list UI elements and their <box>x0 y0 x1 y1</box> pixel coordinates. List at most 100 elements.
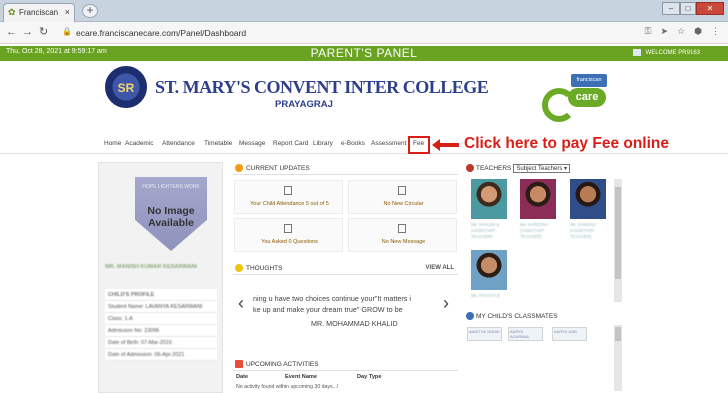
reload-icon[interactable]: ↻ <box>39 25 48 40</box>
nav-academic[interactable]: Academic <box>125 140 154 147</box>
circular-icon <box>398 186 406 195</box>
questions-icon <box>284 224 292 233</box>
forward-icon[interactable]: → <box>22 25 33 40</box>
welcome-user[interactable]: WELCOME PR9163 <box>633 49 700 56</box>
franciscan-care-logo: franciscan care <box>538 74 608 124</box>
thought-line: ning u have two choices continue your"It… <box>253 294 411 303</box>
nav-library[interactable]: Library <box>313 140 333 147</box>
teacher-photo <box>471 250 507 290</box>
care-word: care <box>568 88 606 107</box>
school-city: PRAYAGRAJ <box>275 99 333 110</box>
upcoming-header: UPCOMING ACTIVITIES <box>233 358 458 371</box>
menu-kebab-icon[interactable]: ⋮ <box>711 26 720 37</box>
classmate-card[interactable]: AARYA AGARWAL <box>508 327 543 341</box>
thought-author: MR. MOHAMMAD KHALID <box>311 319 398 328</box>
empty-activity-row: No activity found within upcoming 30 day… <box>236 384 339 390</box>
site-header: SR ST. MARY'S CONVENT INTER COLLEGE PRAY… <box>0 61 728 136</box>
url-field[interactable]: ecare.franciscanecare.com/Panel/Dashboar… <box>76 26 246 40</box>
school-name: ST. MARY'S CONVENT INTER COLLEGE <box>155 77 489 97</box>
bulb-icon <box>235 264 243 273</box>
profile-field: Admission No: 23096 <box>105 325 217 337</box>
attendance-tile[interactable]: Your Child Attendance 5 out of 5 <box>234 180 343 214</box>
thoughts-header: THOUGHTS <box>233 262 458 275</box>
left-arrow-icon <box>432 139 459 151</box>
bookmark-star-icon[interactable]: ☆ <box>677 26 685 37</box>
nav-report-card[interactable]: Report Card <box>273 140 308 147</box>
teacher-photo <box>471 179 507 219</box>
classmates-icon <box>466 312 474 321</box>
current-updates-panel: CURRENT UPDATES Your Child Attendance 5 … <box>233 162 458 257</box>
maximize-button[interactable]: □ <box>680 2 696 15</box>
nav-message[interactable]: Message <box>239 140 265 147</box>
nav-timetable[interactable]: Timetable <box>204 140 232 147</box>
teacher-photo <box>570 179 606 219</box>
classmate-card[interactable]: AADITYA YADAV <box>467 327 502 341</box>
extension-icon[interactable]: ⬢ <box>694 26 702 37</box>
panel-title: PARENT'S PANEL <box>310 46 418 60</box>
upcoming-activities-panel: UPCOMING ACTIVITIES Date Event Name Day … <box>233 358 458 393</box>
prev-thought-icon[interactable]: ‹ <box>238 294 244 312</box>
scrollbar-thumb[interactable] <box>615 327 621 341</box>
child-profile-card: HOPE LIGHTENS WORK No Image Available MR… <box>98 162 223 393</box>
view-all-link[interactable]: VIEW ALL <box>426 262 454 275</box>
questions-tile[interactable]: You Asked 0 Questions <box>234 218 343 252</box>
classmates-header: MY CHILD'S CLASSMATES <box>464 310 627 323</box>
next-thought-icon[interactable]: › <box>443 294 449 312</box>
teachers-scrollbar[interactable] <box>614 179 622 302</box>
profile-section-title: CHILD'S PROFILE <box>105 289 217 301</box>
classmate-card[interactable]: AARYA JAIN <box>552 327 587 341</box>
no-image-text: No Image Available <box>147 205 195 229</box>
nav-attendance[interactable]: Attendance <box>162 140 195 147</box>
message-icon <box>398 224 406 233</box>
nav-ebooks[interactable]: e-Books <box>341 140 365 147</box>
attendance-icon <box>284 186 292 195</box>
classmates-panel: MY CHILD'S CLASSMATES AADITYA YADAV AARY… <box>464 310 627 393</box>
profile-field: Student Name: LAVANYA KESARWANI <box>105 301 217 313</box>
new-tab-button[interactable]: + <box>82 4 98 18</box>
address-bar-actions: ⚿ ➤ ☆ ⬢ ⋮ <box>645 26 720 37</box>
browser-tab-strip: ✿ Franciscan × + – □ ✕ <box>0 0 728 22</box>
teacher-card[interactable]: Ms. PRAGYA B <box>471 250 509 298</box>
browser-tab[interactable]: ✿ Franciscan × <box>3 3 75 22</box>
minimize-button[interactable]: – <box>662 2 680 15</box>
share-icon[interactable]: ➤ <box>661 26 669 37</box>
circular-tile[interactable]: No New Circular <box>348 180 457 214</box>
teacher-card[interactable]: Ms. SANDHU (ASSISTANT TEACHER) <box>570 179 608 239</box>
thought-line: ke up and make your dream true" GROW to … <box>253 305 403 314</box>
window-close-button[interactable]: ✕ <box>696 2 724 15</box>
nav-assessment[interactable]: Assessment <box>371 140 406 147</box>
teachers-panel: TEACHERS Subject Teachers ▾ Ms. SHALINI &… <box>464 162 627 307</box>
tab-title: Franciscan <box>19 8 59 17</box>
site-favicon-icon: ✿ <box>8 7 16 17</box>
parent-name: MR. MANISH KUMAR KESARWANI <box>105 264 197 270</box>
lock-icon[interactable]: 🔒 <box>62 27 72 36</box>
tab-close-icon[interactable]: × <box>65 4 70 21</box>
top-status-bar: Thu, Oct 28, 2021 at 9:59:17 am PARENT'S… <box>0 46 728 61</box>
fee-callout-text: Click here to pay Fee online <box>464 135 670 152</box>
col-day-type: Day Type <box>357 374 382 380</box>
scrollbar-thumb[interactable] <box>615 187 621 279</box>
message-tile[interactable]: No New Message <box>348 218 457 252</box>
nav-home[interactable]: Home <box>104 140 121 147</box>
teacher-card[interactable]: Ms. SHALINI & (ASSISTANT TEACHER) <box>471 179 509 239</box>
teacher-icon <box>466 164 474 173</box>
col-event-name: Event Name <box>285 374 318 380</box>
updates-icon <box>235 164 243 173</box>
teachers-header: TEACHERS Subject Teachers ▾ <box>464 162 627 175</box>
back-icon[interactable]: ← <box>6 25 17 40</box>
col-date: Date <box>236 374 249 380</box>
thoughts-panel: THOUGHTS VIEW ALL ‹ › ning u have two ch… <box>233 262 458 354</box>
current-updates-header: CURRENT UPDATES <box>233 162 458 175</box>
profile-field: Date of Admission: 06-Apr-2021 <box>105 349 217 361</box>
profile-field: Date of Birth: 07-Mar-2015 <box>105 337 217 349</box>
classmates-scrollbar[interactable] <box>614 325 622 391</box>
key-icon[interactable]: ⚿ <box>645 26 652 37</box>
calendar-icon <box>235 360 243 369</box>
care-badge: franciscan <box>571 74 607 87</box>
school-crest-icon: SR <box>105 66 147 108</box>
fee-highlight-box <box>408 136 430 154</box>
window-controls: – □ ✕ <box>662 2 724 16</box>
address-bar: ← → ↻ 🔒 ecare.franciscanecare.com/Panel/… <box>0 22 728 44</box>
teacher-card[interactable]: Ms. KAREENA (ASSISTANT TEACHER) <box>520 179 558 239</box>
teacher-type-select[interactable]: Subject Teachers ▾ <box>513 164 571 173</box>
